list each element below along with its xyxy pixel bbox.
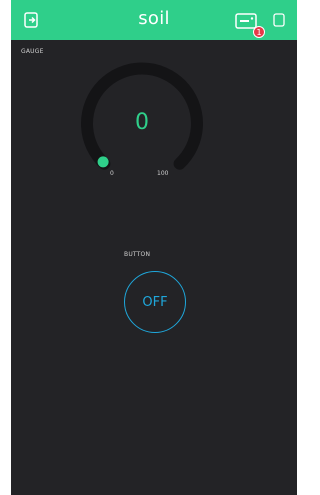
gauge: 0 xyxy=(79,60,205,186)
off-toggle-button[interactable]: OFF xyxy=(124,271,186,333)
top-bar: soil 1 xyxy=(11,0,297,40)
app-canvas: soil 1 GAUGE 0 0 100 BUTTON OFF xyxy=(11,0,297,495)
notification-badge: 1 xyxy=(253,26,265,38)
gauge-max-label: 100 xyxy=(157,170,169,177)
toggle-state-label: OFF xyxy=(142,294,168,310)
gauge-value: 0 xyxy=(135,110,149,135)
gauge-min-label: 0 xyxy=(110,170,114,177)
gauge-indicator xyxy=(97,156,109,168)
gauge-label: GAUGE xyxy=(21,48,44,55)
button-label: BUTTON xyxy=(124,251,151,258)
device-icon[interactable] xyxy=(235,13,257,29)
square-icon[interactable] xyxy=(273,13,285,27)
